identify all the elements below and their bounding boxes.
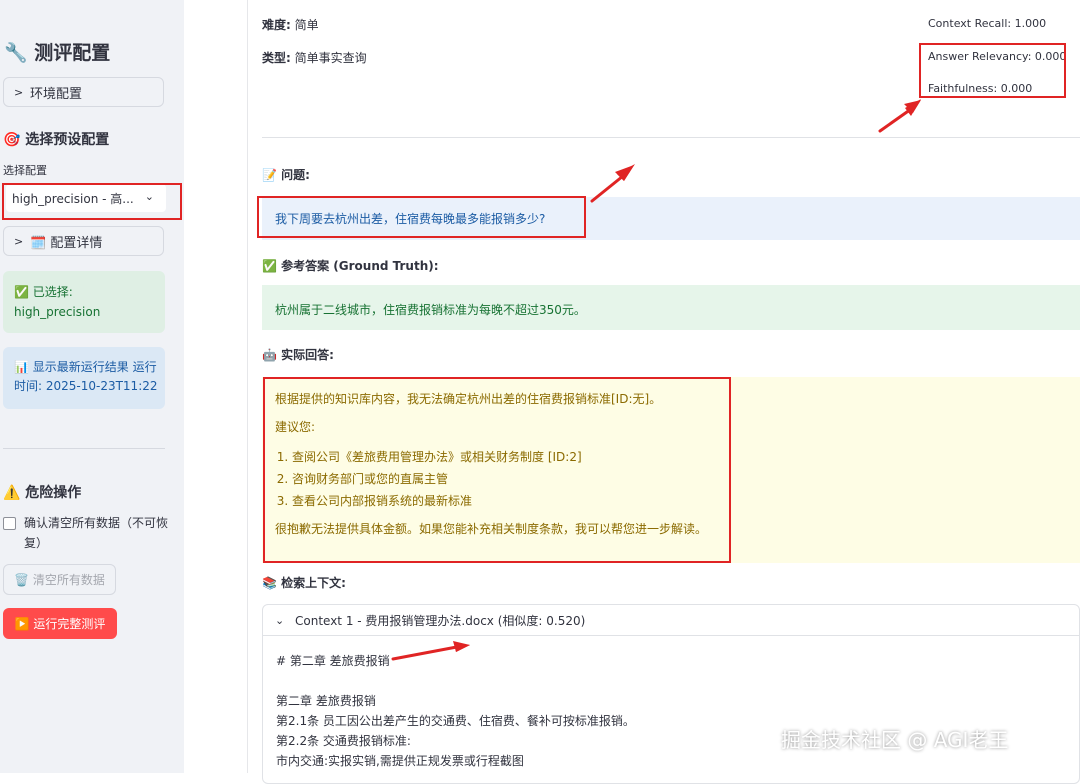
clear-all-button[interactable]: 🗑️ 清空所有数据 xyxy=(3,564,116,595)
run-info-text: 📊 显示最新运行结果 运行时间: 2025-10-23T11:22 xyxy=(14,360,158,393)
ground-truth-text: 杭州属于二线城市，住宿费报销标准为每晚不超过350元。 xyxy=(275,303,586,317)
context-line: 市内交通:实报实销,需提供正规发票或行程截图 xyxy=(276,754,524,768)
context-expander[interactable]: ⌄ Context 1 - 费用报销管理办法.docx (相似度: 0.520)… xyxy=(262,604,1080,784)
question-heading: 📝 问题: xyxy=(262,168,310,182)
run-evaluation-button[interactable]: ▶️ 运行完整测评 xyxy=(3,608,117,639)
sidebar-divider xyxy=(3,448,165,449)
type-label: 类型: xyxy=(262,51,291,65)
confirm-clear-checkbox-row[interactable]: 确认清空所有数据（不可恢复） xyxy=(3,513,173,553)
sidebar: 🔧 测评配置 > 环境配置 🎯 选择预设配置 选择配置 high_precisi… xyxy=(0,0,184,773)
type-row: 类型: 简单事实查询 xyxy=(262,49,367,66)
confirm-clear-label: 确认清空所有数据（不可恢复） xyxy=(24,516,169,550)
selected-value: high_precision xyxy=(14,305,101,319)
danger-heading: ⚠️ 危险操作 xyxy=(3,485,82,501)
context-heading: 📚 检索上下文: xyxy=(262,576,346,590)
chevron-right-icon: > xyxy=(14,85,24,99)
chevron-right-icon: > xyxy=(14,234,24,248)
difficulty-value: 简单 xyxy=(294,18,319,32)
difficulty-label: 难度: xyxy=(262,18,291,32)
config-details-expander[interactable]: > 🗓️ 配置详情 xyxy=(3,226,164,256)
watermark: 掘金技术社区 @ AGI老王 xyxy=(781,728,1009,752)
section-divider xyxy=(262,137,1080,138)
ground-truth-heading: ✅ 参考答案 (Ground Truth): xyxy=(262,259,439,273)
metric-context-recall: Context Recall: 1.000 xyxy=(928,17,1047,30)
config-details-label: 🗓️ 配置详情 xyxy=(30,235,103,251)
selected-label: ✅ 已选择: xyxy=(14,285,73,299)
context-header-text: Context 1 - 费用报销管理办法.docx (相似度: 0.520) xyxy=(295,613,586,628)
sidebar-title: 🔧 测评配置 xyxy=(4,42,111,64)
preset-heading: 🎯 选择预设配置 xyxy=(3,132,110,148)
context-line: # 第二章 差旅费报销 xyxy=(276,654,390,668)
context-line: 第二章 差旅费报销 xyxy=(276,694,376,708)
annotation-box-question xyxy=(257,196,586,238)
chevron-down-icon: ⌄ xyxy=(275,613,285,627)
env-config-label: 环境配置 xyxy=(30,86,83,102)
annotation-box-answer xyxy=(263,377,731,563)
main-left-border xyxy=(247,0,248,773)
env-config-expander[interactable]: > 环境配置 xyxy=(3,77,164,107)
type-value: 简单事实查询 xyxy=(294,51,367,65)
annotation-box-select xyxy=(2,183,182,220)
arrow-icon xyxy=(878,99,921,133)
context-expander-header[interactable]: ⌄ Context 1 - 费用报销管理办法.docx (相似度: 0.520) xyxy=(263,605,1079,636)
actual-answer-heading: 🤖 实际回答: xyxy=(262,348,334,362)
ground-truth-box: 杭州属于二线城市，住宿费报销标准为每晚不超过350元。 xyxy=(262,285,1080,330)
context-line xyxy=(276,671,1079,691)
run-info-alert: 📊 显示最新运行结果 运行时间: 2025-10-23T11:22 xyxy=(3,347,165,409)
selected-success-alert: ✅ 已选择: high_precision xyxy=(3,271,165,333)
difficulty-row: 难度: 简单 xyxy=(262,16,319,33)
select-label: 选择配置 xyxy=(3,164,47,177)
annotation-box-metrics xyxy=(919,43,1066,98)
confirm-clear-checkbox[interactable] xyxy=(3,517,16,530)
